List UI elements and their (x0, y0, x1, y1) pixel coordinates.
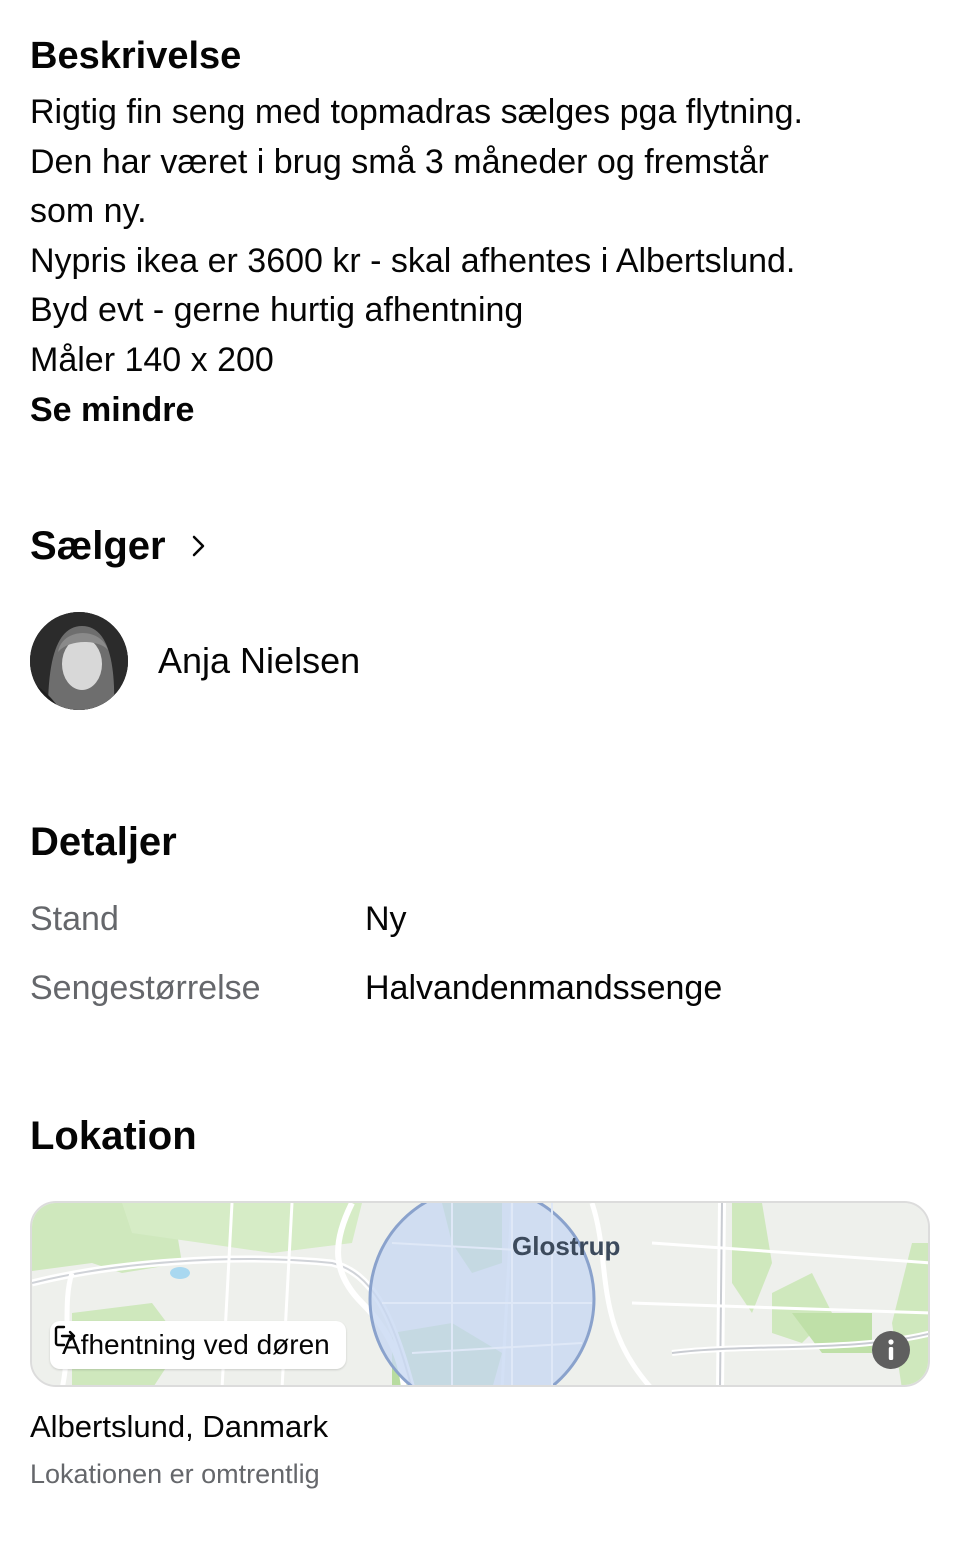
pickup-chip: Afhentning ved døren (50, 1321, 346, 1369)
see-less-link[interactable]: Se mindre (30, 386, 194, 434)
seller-profile[interactable]: Anja Nielsen (30, 612, 360, 710)
location-heading: Lokation (30, 1114, 197, 1158)
seller-heading: Sælger (30, 524, 166, 568)
detail-value: Ny (365, 900, 407, 938)
description-line: Nypris ikea er 3600 kr - skal afhentes i… (30, 241, 796, 280)
door-exit-icon (54, 1325, 76, 1347)
location-note: Lokationen er omtrentlig (30, 1459, 320, 1489)
details-heading: Detaljer (30, 820, 177, 864)
location-place: Albertslund, Danmark (30, 1409, 329, 1444)
map-place-label: Glostrup (512, 1231, 621, 1261)
detail-value: Halvandenmandssenge (365, 969, 723, 1007)
description-heading: Beskrivelse (30, 35, 242, 77)
chevron-right-icon (192, 535, 204, 557)
detail-row-condition: Stand Ny (30, 897, 407, 941)
pickup-label: Afhentning ved døren (62, 1329, 330, 1360)
description-line: Rigtig fin seng med topmadras sælges pga… (30, 93, 803, 131)
description-line: Byd evt - gerne hurtig afhentning (30, 291, 524, 329)
seller-name[interactable]: Anja Nielsen (158, 639, 360, 683)
description-line: Måler 140 x 200 (30, 340, 274, 379)
description-line: som ny. (30, 192, 147, 230)
info-icon[interactable] (872, 1331, 910, 1369)
detail-key: Stand (30, 900, 119, 938)
detail-row-bed-size: Sengestørrelse Halvandenmandssenge (30, 966, 722, 1010)
seller-header[interactable]: Sælger (30, 522, 206, 570)
detail-key: Sengestørrelse (30, 969, 261, 1007)
avatar[interactable] (30, 612, 128, 710)
description-line: Den har været i brug små 3 måneder og fr… (30, 142, 769, 181)
description-text: Rigtig fin seng med topmadras sælges pga… (30, 88, 940, 385)
location-map[interactable]: Glostrup Afhentning ved døren (30, 1201, 930, 1387)
